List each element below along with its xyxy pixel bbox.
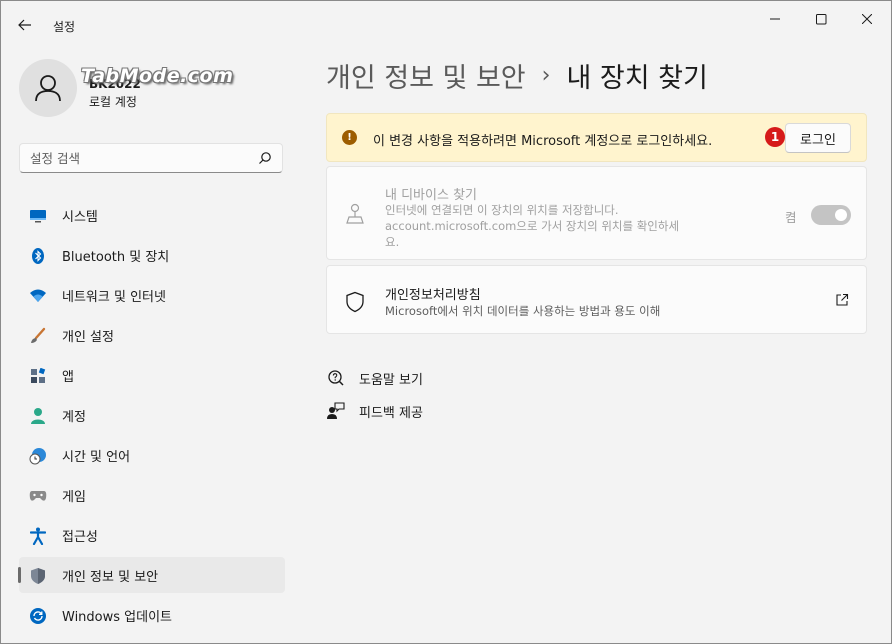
minimize-icon bbox=[770, 18, 780, 20]
search-input[interactable] bbox=[30, 149, 250, 167]
window-title: 설정 bbox=[53, 20, 76, 34]
sidebar-item-label: 개인 정보 및 보안 bbox=[62, 569, 159, 585]
close-button[interactable] bbox=[844, 7, 890, 31]
breadcrumb-separator: › bbox=[541, 63, 551, 88]
account-type: 로컬 계정 bbox=[89, 95, 137, 109]
minimize-button[interactable] bbox=[752, 7, 798, 31]
sidebar-item-label: 네트워크 및 인터넷 bbox=[62, 289, 166, 305]
sidebar-nav: 시스템 Bluetooth 및 장치 네트워크 및 인터넷 개인 설정 앱 계정… bbox=[18, 197, 285, 637]
warning-icon: ! bbox=[342, 130, 357, 145]
privacy-statement-title: 개인정보처리방침 bbox=[385, 288, 481, 303]
sidebar-item-time-language[interactable]: 시간 및 언어 bbox=[19, 437, 285, 473]
monitor-icon bbox=[29, 207, 47, 225]
user-icon bbox=[35, 75, 61, 102]
help-link-label: 도움말 보기 bbox=[359, 372, 423, 388]
signin-button[interactable]: 로그인 bbox=[785, 123, 851, 153]
back-button[interactable] bbox=[11, 13, 39, 37]
external-link-icon bbox=[836, 293, 849, 306]
sidebar-item-label: Bluetooth 및 장치 bbox=[62, 249, 170, 265]
feedback-icon bbox=[326, 401, 346, 421]
watermark: TabMode.com bbox=[81, 65, 234, 87]
sidebar-item-label: 개인 설정 bbox=[62, 329, 114, 345]
signin-warning-banner: ! 이 변경 사항을 적용하려면 Microsoft 계정으로 로그인하세요. … bbox=[326, 113, 867, 162]
sidebar-item-label: 앱 bbox=[62, 369, 74, 385]
sidebar-item-label: Windows 업데이트 bbox=[62, 609, 173, 625]
search-icon[interactable] bbox=[258, 151, 272, 165]
back-arrow-icon bbox=[18, 19, 31, 31]
sidebar-item-label: 시간 및 언어 bbox=[62, 449, 131, 465]
sidebar-item-label: 접근성 bbox=[62, 529, 98, 545]
gamepad-icon bbox=[29, 487, 47, 505]
brush-icon bbox=[29, 327, 47, 345]
sidebar-item-personalization[interactable]: 개인 설정 bbox=[19, 317, 285, 353]
feedback-link-label: 피드백 제공 bbox=[359, 405, 423, 421]
feedback-link[interactable]: 피드백 제공 bbox=[326, 401, 423, 421]
person-icon bbox=[29, 407, 47, 425]
toggle-knob bbox=[835, 209, 847, 221]
globe-clock-icon bbox=[29, 447, 47, 465]
breadcrumb: 개인 정보 및 보안 › 내 장치 찾기 bbox=[326, 56, 708, 95]
maximize-button[interactable] bbox=[798, 7, 844, 31]
sidebar-item-label: 게임 bbox=[62, 489, 86, 505]
sidebar-item-accessibility[interactable]: 접근성 bbox=[19, 517, 285, 553]
sidebar-item-bluetooth[interactable]: Bluetooth 및 장치 bbox=[19, 237, 285, 273]
sidebar-item-windows-update[interactable]: Windows 업데이트 bbox=[19, 597, 285, 633]
toggle-state-label: 켬 bbox=[785, 210, 797, 225]
page-title: 내 장치 찾기 bbox=[566, 63, 708, 94]
bluetooth-icon bbox=[29, 247, 47, 265]
sidebar-item-network[interactable]: 네트워크 및 인터넷 bbox=[19, 277, 285, 313]
breadcrumb-parent[interactable]: 개인 정보 및 보안 bbox=[326, 56, 526, 95]
wifi-icon bbox=[29, 287, 47, 305]
accessibility-icon bbox=[29, 527, 47, 545]
avatar[interactable] bbox=[19, 59, 77, 117]
apps-icon bbox=[29, 367, 47, 385]
update-icon bbox=[29, 607, 47, 625]
help-icon bbox=[326, 368, 346, 388]
sidebar-item-apps[interactable]: 앱 bbox=[19, 357, 285, 393]
step-marker: 1 bbox=[765, 127, 785, 147]
warning-text: 이 변경 사항을 적용하려면 Microsoft 계정으로 로그인하세요. bbox=[373, 134, 713, 149]
search-box bbox=[19, 143, 283, 173]
find-my-device-card: 내 디바이스 찾기 인터넷에 연결되면 이 장치의 위치를 저장합니다. acc… bbox=[326, 166, 867, 260]
title-bar: 설정 bbox=[1, 1, 891, 47]
maximize-icon bbox=[815, 13, 826, 24]
find-device-toggle[interactable] bbox=[811, 205, 851, 225]
privacy-statement-description: Microsoft에서 위치 데이터를 사용하는 방법과 용도 이해 bbox=[385, 304, 661, 318]
find-device-description: 인터넷에 연결되면 이 장치의 위치를 저장합니다. account.micro… bbox=[385, 203, 680, 249]
shield-icon bbox=[29, 567, 47, 585]
settings-window: 설정 BK2022 로컬 계정 TabMode.com 시스템 Bluetoot… bbox=[0, 0, 892, 644]
location-pin-icon bbox=[346, 203, 364, 224]
find-device-title: 내 디바이스 찾기 bbox=[385, 188, 477, 203]
help-link[interactable]: 도움말 보기 bbox=[326, 368, 423, 388]
sidebar-item-system[interactable]: 시스템 bbox=[19, 197, 285, 233]
sidebar-item-label: 시스템 bbox=[62, 209, 98, 225]
sidebar-item-gaming[interactable]: 게임 bbox=[19, 477, 285, 513]
sidebar-item-label: 계정 bbox=[62, 409, 86, 425]
shield-outline-icon bbox=[346, 291, 364, 313]
privacy-statement-card[interactable]: 개인정보처리방침 Microsoft에서 위치 데이터를 사용하는 방법과 용도… bbox=[326, 265, 867, 334]
sidebar-item-accounts[interactable]: 계정 bbox=[19, 397, 285, 433]
sidebar-item-privacy-security[interactable]: 개인 정보 및 보안 bbox=[18, 557, 285, 593]
close-icon bbox=[862, 14, 872, 24]
